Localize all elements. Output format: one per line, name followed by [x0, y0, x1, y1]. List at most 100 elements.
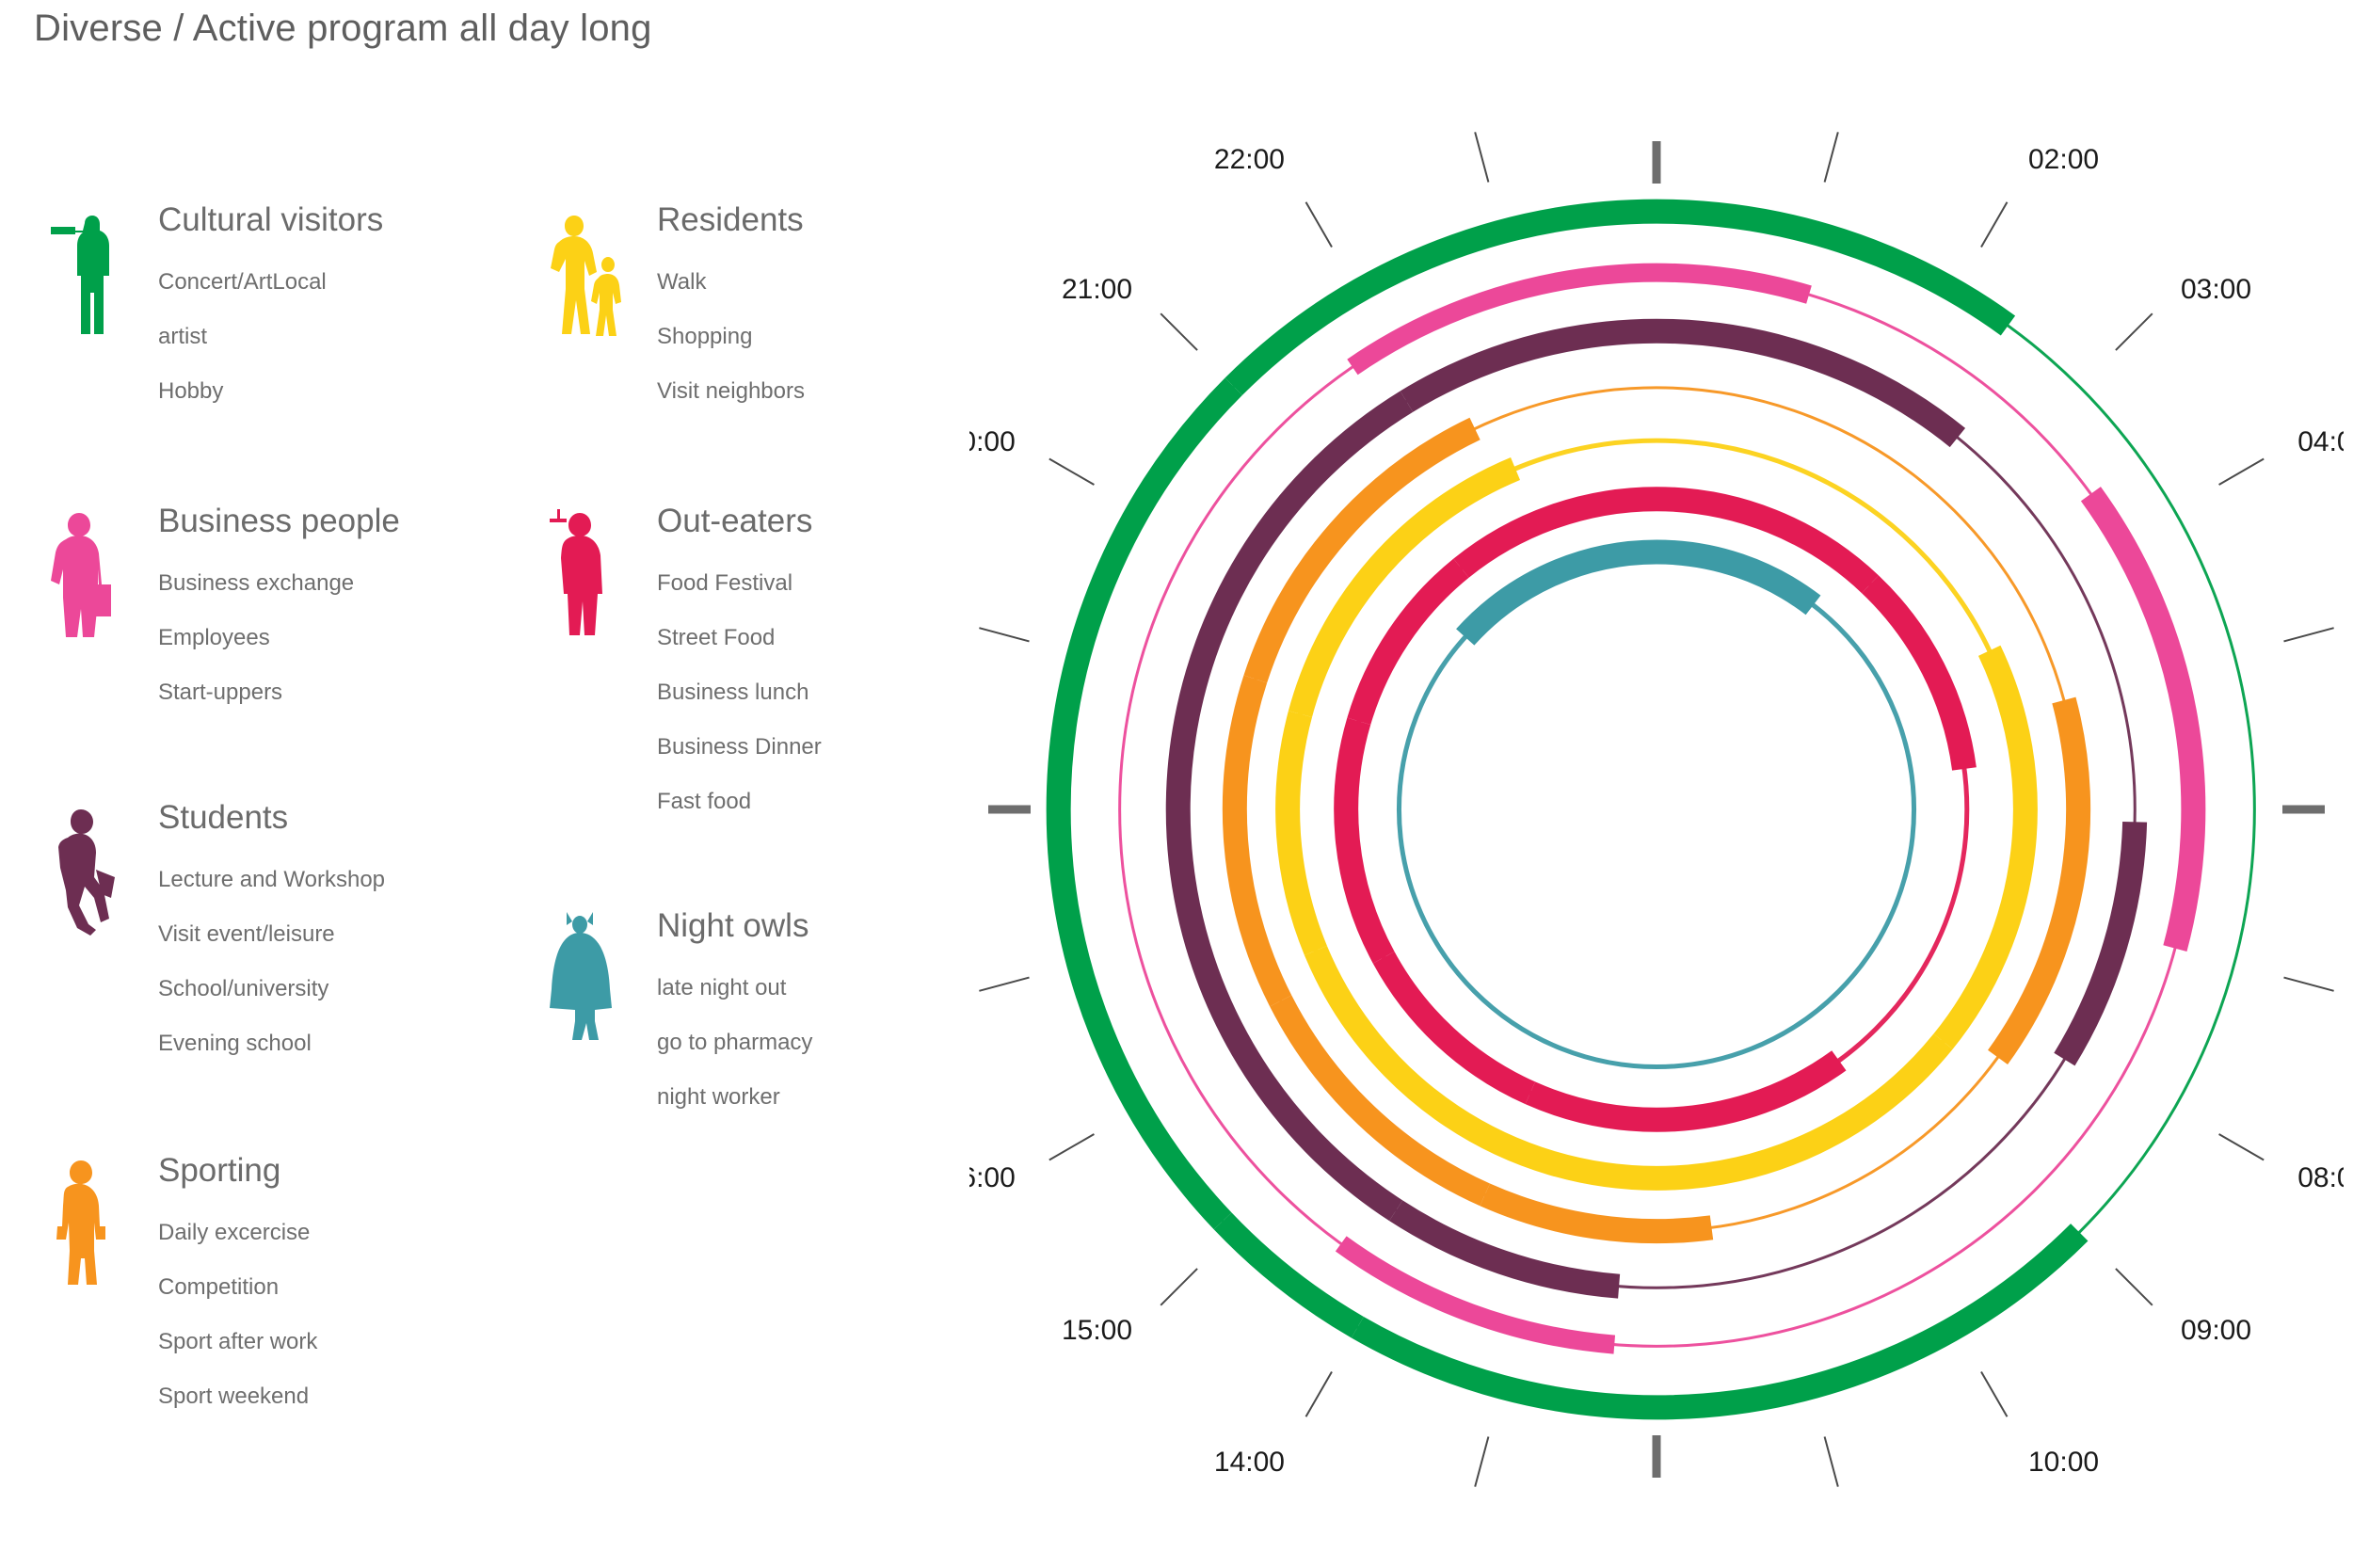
ring-night-owls [1396, 539, 1917, 1070]
ring-segment [1400, 318, 1657, 412]
legend-item: Daily excercise [158, 1219, 311, 1245]
legend-title-sporting: Sporting [158, 1152, 281, 1189]
legend-item: Evening school [158, 1030, 312, 1056]
legend-item: Sport weekend [158, 1383, 310, 1409]
legend-item: Competition [158, 1273, 280, 1300]
legend-text-residents: Residents Walk Shopping Visit neighbors [657, 201, 986, 435]
hour-leader-23 [1474, 132, 1490, 183]
ring-segment [1456, 539, 1657, 646]
ring-segment [1046, 377, 1242, 810]
person-briefcase-icon [47, 504, 128, 645]
hour-label-1400: 14:00 [1214, 1447, 1285, 1478]
hour-leader-19 [979, 627, 1030, 643]
hour-leader-13 [1474, 1436, 1490, 1487]
hour-label-0200: 02:00 [2028, 144, 2099, 175]
hour-label-1600: 16:00 [969, 1162, 1016, 1193]
person-flute-icon [47, 202, 128, 344]
ring-out-eaters [1334, 487, 1977, 1132]
ring-segment [1862, 575, 1977, 771]
hour-leader-17 [979, 976, 1030, 992]
legend-item: artist [158, 323, 208, 349]
ring-segment [1213, 1212, 1364, 1338]
ring-segment [1656, 1050, 1847, 1132]
hour-label-2000: 20:00 [969, 426, 1016, 457]
ring-segment [1243, 417, 1481, 683]
ring-segment [1656, 263, 1812, 304]
ring-segment [1525, 1081, 1657, 1132]
legend-item: Walk [657, 268, 707, 295]
legend-text-night-owls: Night owls late night out go to pharmacy ni… [657, 907, 986, 1141]
legend-item: Street Food [657, 624, 776, 650]
page-title: Diverse / Active program all day long [34, 8, 652, 49]
legend-title-business-people: Business people [158, 503, 400, 539]
legend-text-students: Students Lecture and Workshop Visit event/… [158, 799, 488, 1087]
hour-leader-9 [2115, 1268, 2153, 1306]
hour-label-2200: 22:00 [1214, 144, 1285, 175]
radial-chart-svg: 00:0001:0002:0003:0004:0005:0006:0007:00… [969, 132, 2344, 1487]
hour-leader-3 [2115, 312, 2153, 351]
hour-leader-1 [1823, 132, 1839, 183]
legend-item: Lecture and Workshop [158, 866, 386, 892]
ring-segment [1656, 318, 1966, 448]
hour-label-0800: 08:00 [2297, 1162, 2344, 1193]
legend-item: Hobby [158, 377, 224, 404]
legend-item: Shopping [657, 323, 753, 349]
hour-leader-11 [1823, 1436, 1839, 1487]
legend-title-night-owls: Night owls [657, 907, 809, 944]
hour-leader-16 [1048, 1133, 1095, 1161]
hour-label-1500: 15:00 [1062, 1315, 1132, 1346]
ring-students [1165, 318, 2148, 1299]
hour-leader-4 [2218, 457, 2265, 486]
legend-title-residents: Residents [657, 201, 804, 238]
legend-text-cultural-visitors: Cultural visitors Concert/ArtLocal artist H… [158, 201, 488, 435]
legend-item: Food Festival [657, 569, 793, 596]
ring-segment [1656, 539, 1821, 616]
legend-item: Business Dinner [657, 733, 822, 760]
ring-segment [1334, 717, 1395, 964]
ring-segment [1288, 456, 1521, 717]
ring-segment [1275, 711, 1327, 955]
ring-segment [1225, 199, 1657, 395]
legend-text-out-eaters: Out-eaters Food Festival Street Food Busine… [657, 503, 986, 845]
legend-title-cultural-visitors: Cultural visitors [158, 201, 384, 238]
legend-item: night worker [657, 1083, 780, 1110]
legend-title-out-eaters: Out-eaters [657, 503, 813, 539]
legend-text-sporting: Sporting Daily excercise Competition Sport … [158, 1152, 488, 1440]
hour-label-0900: 09:00 [2181, 1315, 2251, 1346]
legend-item: Sport after work [158, 1328, 318, 1354]
legend-title-students: Students [158, 799, 289, 836]
legend-item: go to pharmacy [657, 1029, 813, 1055]
ring-segment [1222, 675, 1292, 1007]
ring-segment [1046, 808, 1232, 1230]
hour-leader-5 [2283, 627, 2334, 643]
ring-segment [1480, 1183, 1714, 1244]
legend-item: Business exchange [158, 569, 355, 596]
hour-leader-22 [1305, 201, 1333, 248]
ring-segment [2080, 487, 2206, 952]
hour-label-0400: 04:00 [2297, 426, 2344, 457]
ring-sporting [1222, 386, 2091, 1244]
legend-item: Start-uppers [158, 679, 283, 705]
legend-item: Business lunch [657, 679, 809, 705]
hour-label-2100: 21:00 [1062, 274, 1132, 305]
legend-item: Concert/ArtLocal [158, 268, 327, 295]
legend-item: Employees [158, 624, 270, 650]
caped-person-icon [546, 908, 627, 1049]
legend-item: Visit neighbors [657, 377, 805, 404]
hour-label-1000: 10:00 [2028, 1447, 2099, 1478]
hour-label-0300: 03:00 [2181, 274, 2251, 305]
hour-leader-21 [1160, 312, 1198, 351]
hour-leader-2 [1980, 201, 2009, 248]
hour-leader-15 [1160, 1268, 1198, 1306]
waiter-tray-icon [546, 504, 627, 645]
legend-item: late night out [657, 974, 787, 1000]
hour-leader-7 [2283, 976, 2334, 992]
hour-leader-20 [1048, 457, 1095, 486]
radial-timeline-chart: 00:0001:0002:0003:0004:0005:0006:0007:00… [969, 122, 2344, 1496]
legend-item: Visit event/leisure [158, 920, 335, 947]
student-walking-icon [47, 800, 128, 941]
hour-leader-14 [1305, 1371, 1333, 1417]
adult-and-child-icon [546, 202, 627, 344]
legend-panel: Cultural visitors Concert/ArtLocal artist H… [0, 201, 941, 1520]
hour-leader-10 [1980, 1371, 2009, 1417]
